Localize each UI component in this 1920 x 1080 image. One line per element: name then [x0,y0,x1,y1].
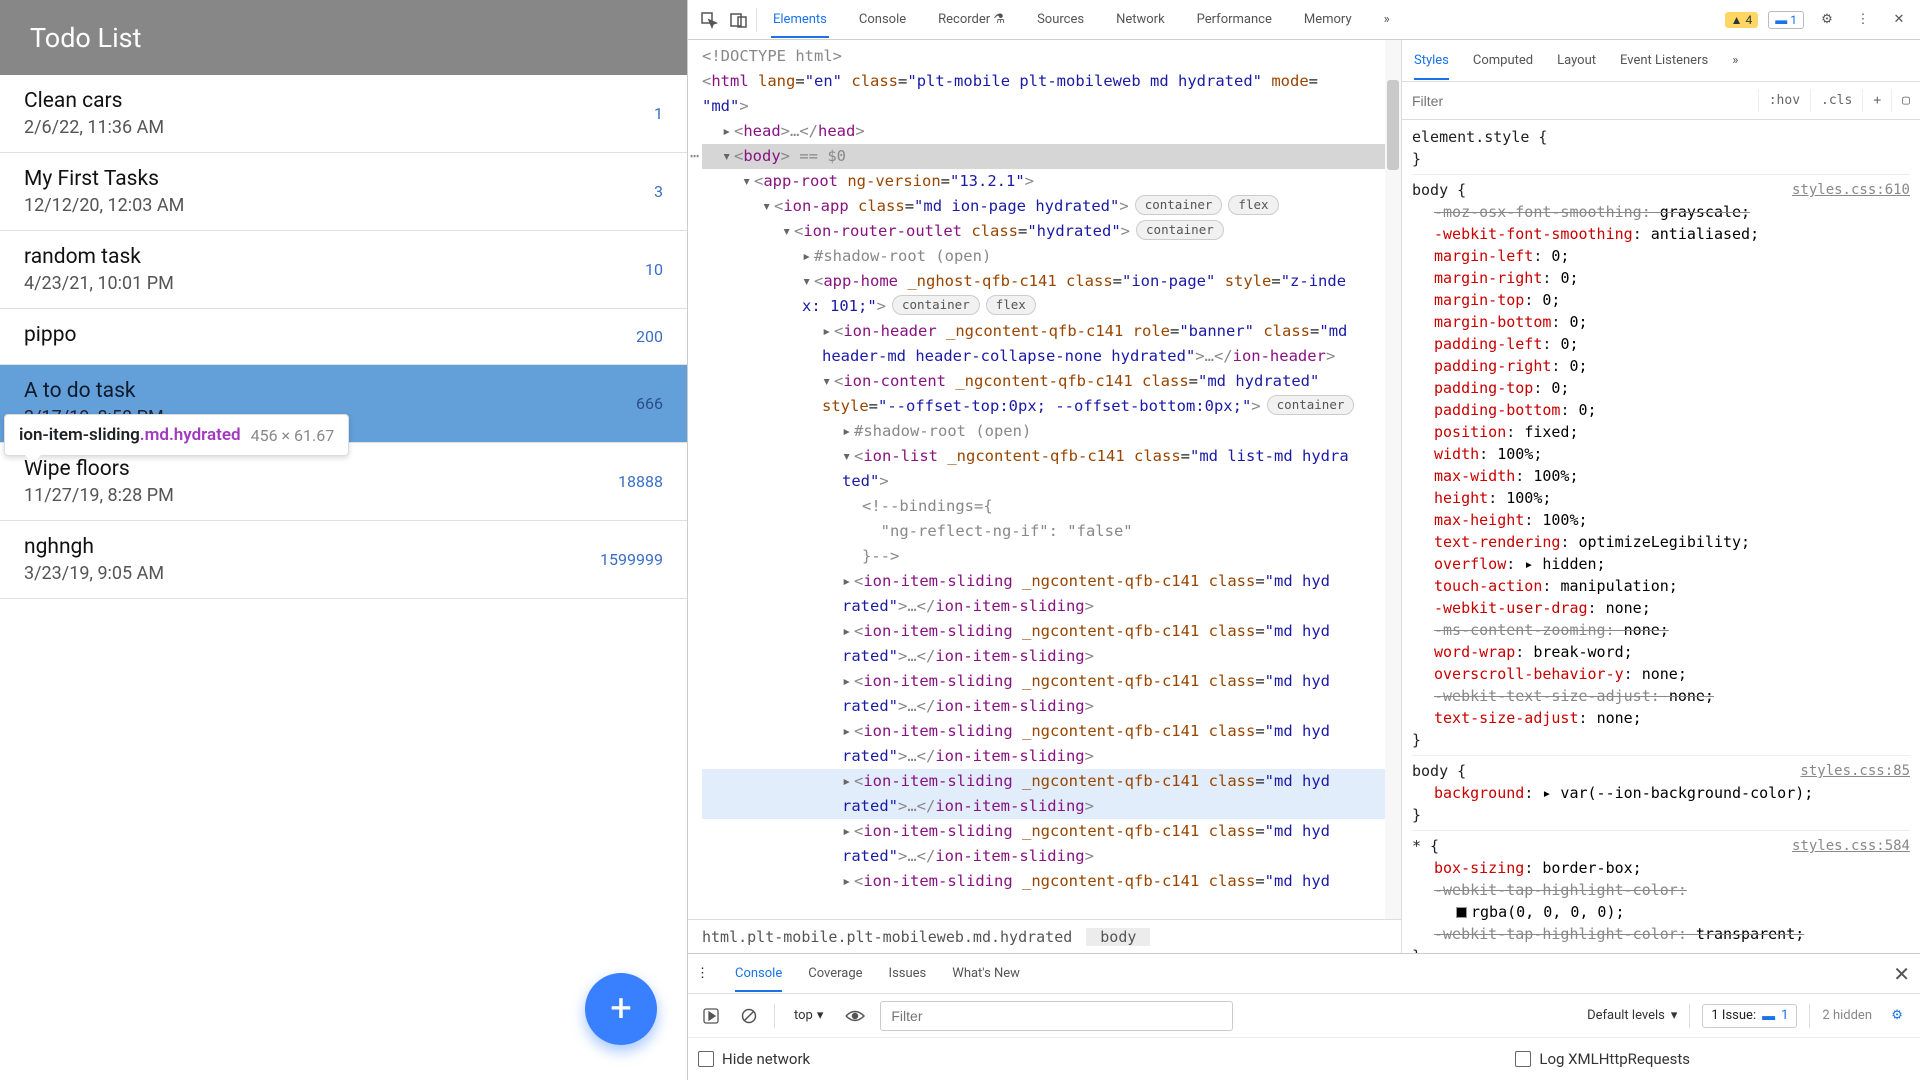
item-title: random task [24,245,645,269]
chevron-down-icon: ▾ [1671,1008,1678,1023]
tab-event-listeners[interactable]: Event Listeners [1620,42,1708,79]
separator-icon [1809,1004,1810,1028]
item-title: A to do task [24,379,636,403]
toggle-hov-button[interactable]: :hov [1758,89,1810,112]
console-filter-input[interactable] [880,1001,1232,1031]
warning-icon: ▲ [1731,13,1743,27]
log-levels-selector[interactable]: Default levels ▾ [1587,1008,1677,1023]
kebab-menu-icon[interactable]: ⋮ [1850,7,1876,33]
app-viewport: Todo List Clean cars 2/6/22, 11:36 AM 1 M… [0,0,688,1080]
item-title: nghngh [24,535,600,559]
tab-memory[interactable]: Memory [1302,2,1354,37]
item-badge: 10 [645,260,663,279]
crumb-item[interactable]: body [1086,928,1150,946]
tab-performance[interactable]: Performance [1195,2,1274,37]
tab-computed[interactable]: Computed [1473,42,1533,79]
scrollbar[interactable] [1385,40,1401,919]
devtools: Elements Console Recorder ⚗ Sources Netw… [688,0,1920,1080]
tab-styles[interactable]: Styles [1414,42,1449,79]
item-title: pippo [24,323,636,347]
toggle-sidebar-icon[interactable]: ▢ [1891,89,1920,112]
settings-icon[interactable]: ⚙ [1814,7,1840,33]
item-badge: 3 [654,182,663,201]
chevron-down-icon: ▾ [817,1008,824,1023]
list-item[interactable]: My First Tasks 12/12/20, 12:03 AM 3 [0,153,687,231]
clear-console-icon[interactable] [736,1003,762,1029]
elements-panel: <!DOCTYPE html> <html lang="en" class="p… [688,40,1402,953]
list-item[interactable]: Clean cars 2/6/22, 11:36 AM 1 [0,75,687,153]
tab-whats-new[interactable]: What's New [952,956,1020,991]
item-date: 3/23/19, 9:05 AM [24,563,600,584]
tab-console-drawer[interactable]: Console [735,956,782,991]
tab-console[interactable]: Console [857,2,908,37]
tabs-overflow-icon[interactable]: » [1732,42,1738,79]
close-icon[interactable]: ✕ [1886,7,1912,33]
inspector-tooltip: ion-item-sliding.md.hydrated 456 × 61.67 [4,414,349,456]
inspect-icon[interactable] [696,7,722,33]
styles-panel: Styles Computed Layout Event Listeners »… [1402,40,1920,953]
separator-icon [774,1004,775,1028]
issues-pill[interactable]: 1 Issue: ▬ 1 [1702,1004,1797,1028]
warnings-badge[interactable]: ▲4 [1725,12,1759,28]
styles-rules[interactable]: element.style { } body {styles.css:610-m… [1402,120,1920,953]
devtools-toolbar: Elements Console Recorder ⚗ Sources Netw… [688,0,1920,40]
styles-filter-input[interactable] [1402,93,1758,109]
item-badge: 666 [636,394,663,413]
item-title: Wipe floors [24,457,618,481]
tab-sources[interactable]: Sources [1035,2,1086,37]
play-icon[interactable] [698,1003,724,1029]
tooltip-modifiers: .md.hydrated [140,425,241,445]
list-item[interactable]: nghngh 3/23/19, 9:05 AM 1599999 [0,521,687,599]
gear-icon[interactable]: ⚙ [1884,1003,1910,1029]
item-badge: 18888 [618,472,663,491]
info-icon: ▬ [1775,13,1787,27]
separator-icon [756,8,757,32]
crumb-item[interactable]: html.plt-mobile.plt-mobileweb.md.hydrate… [688,928,1086,946]
todo-list: Clean cars 2/6/22, 11:36 AM 1 My First Ta… [0,75,687,599]
tab-recorder[interactable]: Recorder ⚗ [936,2,1007,37]
tab-layout[interactable]: Layout [1557,42,1596,79]
flask-icon: ⚗ [993,12,1005,27]
hide-network-checkbox[interactable]: Hide network [698,1050,810,1068]
item-date: 11/27/19, 8:28 PM [24,485,618,506]
console-drawer: ⋮ Console Coverage Issues What's New ✕ t… [688,953,1920,1080]
item-badge: 200 [636,327,663,346]
info-icon: ▬ [1762,1008,1775,1024]
item-date: 2/6/22, 11:36 AM [24,117,654,138]
tab-issues[interactable]: Issues [889,956,927,991]
issues-badge[interactable]: ▬1 [1768,11,1804,29]
item-date: 4/23/21, 10:01 PM [24,273,645,294]
breadcrumb: html.plt-mobile.plt-mobileweb.md.hydrate… [688,919,1401,953]
tooltip-dimensions: 456 × 61.67 [251,426,335,445]
close-drawer-icon[interactable]: ✕ [1893,962,1910,986]
hidden-count[interactable]: 2 hidden [1822,1008,1872,1023]
item-badge: 1 [654,104,663,123]
context-selector[interactable]: top ▾ [787,1005,830,1026]
item-title: My First Tasks [24,167,654,191]
app-title: Todo List [0,0,687,75]
kebab-menu-icon[interactable]: ⋮ [696,966,709,981]
toggle-cls-button[interactable]: .cls [1810,89,1862,112]
item-date: 12/12/20, 12:03 AM [24,195,654,216]
new-style-rule-icon[interactable]: + [1862,89,1891,112]
item-title: Clean cars [24,89,654,113]
dom-tree[interactable]: <!DOCTYPE html> <html lang="en" class="p… [688,40,1401,919]
fab-add-button[interactable]: + [585,973,657,1045]
device-toggle-icon[interactable] [726,7,752,33]
tab-network[interactable]: Network [1114,2,1167,37]
log-xhr-checkbox[interactable]: Log XMLHttpRequests [1515,1050,1690,1068]
eye-icon[interactable] [842,1003,868,1029]
list-item[interactable]: random task 4/23/21, 10:01 PM 10 [0,231,687,309]
list-item[interactable]: pippo 200 [0,309,687,365]
tooltip-selector: ion-item-sliding [19,425,140,445]
tabs-overflow-icon[interactable]: » [1382,2,1392,37]
tab-elements[interactable]: Elements [771,2,829,37]
item-badge: 1599999 [600,550,663,569]
separator-icon [1689,1004,1690,1028]
tab-coverage[interactable]: Coverage [808,956,862,991]
